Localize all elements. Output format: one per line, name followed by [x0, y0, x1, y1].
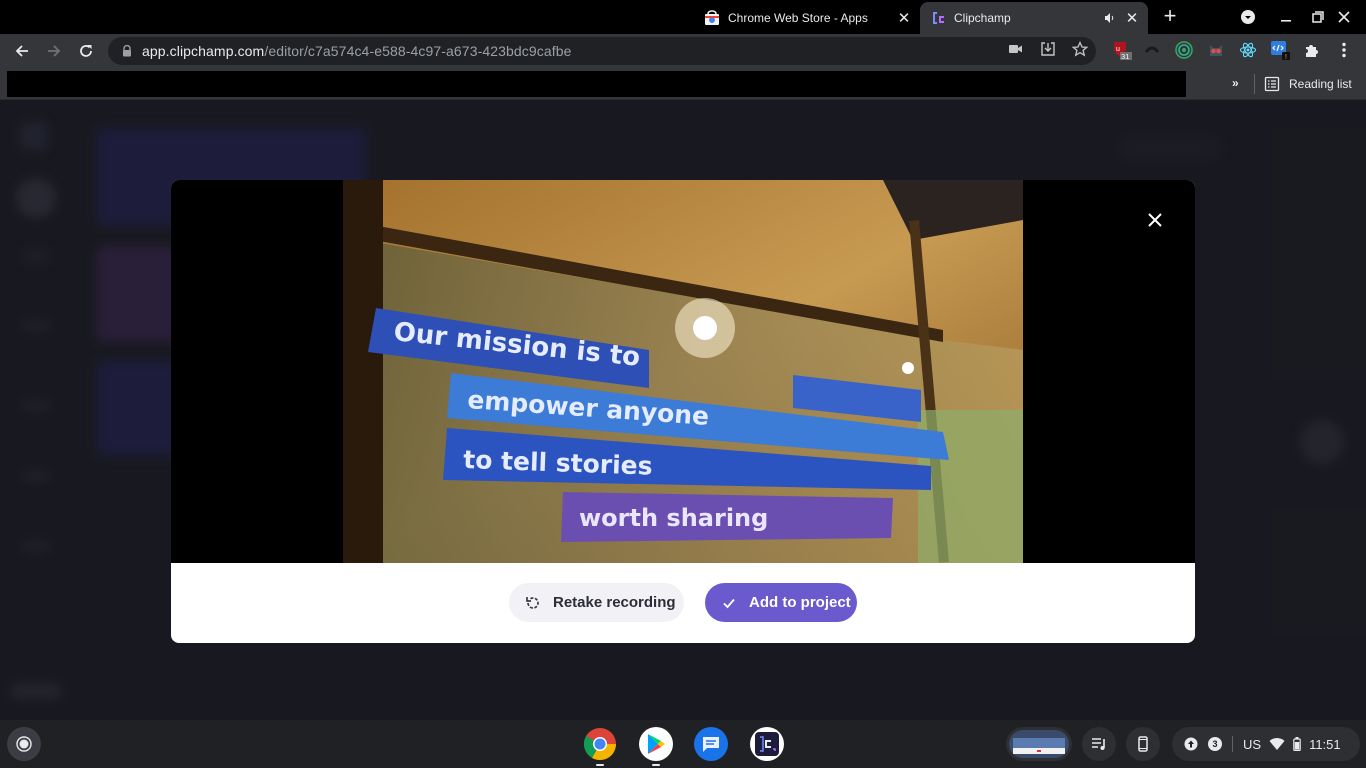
tab-close-icon[interactable]: ✕: [1122, 8, 1142, 28]
bookmarks-redacted-area: [7, 71, 1186, 97]
url-host: app.clipchamp.com: [142, 43, 265, 59]
url-text: app.clipchamp.com/editor/c7a574c4-e588-4…: [142, 43, 572, 59]
reading-list-icon: [1264, 76, 1280, 92]
clipchamp-icon: [755, 732, 779, 756]
divider: [1232, 736, 1233, 752]
url-path: /editor/c7a574c4-e588-4c97-a673-423bdc9c…: [264, 43, 572, 59]
close-icon: [1148, 213, 1162, 227]
reading-list-label: Reading list: [1289, 77, 1352, 91]
speaker-icon[interactable]: [1102, 10, 1118, 26]
reading-list-button[interactable]: Reading list: [1264, 74, 1352, 94]
tab-strip: Chrome Web Store - Apps ✕ Clipchamp ✕ +: [0, 0, 1366, 34]
add-to-project-button[interactable]: Add to project: [705, 583, 857, 622]
minimize-icon[interactable]: [1274, 6, 1298, 28]
video-preview: Our mission is to empower anyone to tell…: [171, 180, 1195, 563]
bookmark-star-icon[interactable]: [1070, 39, 1090, 59]
lock-icon: [120, 44, 134, 58]
address-bar[interactable]: app.clipchamp.com/editor/c7a574c4-e588-4…: [108, 37, 1096, 65]
battery-icon: [1293, 737, 1301, 751]
phone-hub-button[interactable]: [1126, 727, 1160, 761]
retake-recording-button[interactable]: Retake recording: [509, 583, 684, 622]
tab-title: Clipchamp: [954, 11, 1011, 25]
checkmark-icon: [721, 595, 737, 611]
ublock-origin-icon[interactable]: u 31: [1112, 40, 1132, 60]
svg-text:31: 31: [1121, 52, 1129, 60]
system-status-area[interactable]: 3 US 11:51: [1172, 727, 1360, 761]
video-caption-line-4: worth sharing: [579, 504, 768, 532]
shelf-app-chrome[interactable]: [583, 727, 617, 766]
arrow-left-icon: [15, 45, 28, 57]
reload-button[interactable]: [73, 38, 99, 64]
launcher-button[interactable]: [7, 727, 41, 761]
install-app-icon[interactable]: [1038, 39, 1058, 59]
capture-preview-icon: [1009, 730, 1069, 758]
reload-icon: [80, 45, 92, 57]
forward-button[interactable]: [41, 38, 67, 64]
clock-time: 11:51: [1309, 736, 1341, 752]
clipchamp-icon: [930, 10, 946, 26]
running-indicator: [596, 764, 604, 766]
launcher-icon: [16, 736, 32, 752]
extensions-puzzle-icon[interactable]: [1302, 40, 1322, 60]
media-controls-button[interactable]: [1082, 727, 1116, 761]
extension-dark-icon[interactable]: [1142, 40, 1162, 60]
wifi-icon: [1269, 738, 1285, 750]
bookmarks-bar: » Reading list: [0, 68, 1366, 100]
notification-count-badge: 3: [1208, 737, 1222, 751]
arrow-right-icon: [48, 45, 61, 57]
input-method-label: US: [1243, 736, 1262, 752]
retake-icon: [525, 595, 541, 611]
divider: [1254, 74, 1255, 94]
chrome-web-store-icon: [704, 10, 720, 26]
tab-search-icon[interactable]: [1236, 6, 1260, 28]
messages-icon: [703, 737, 719, 752]
new-tab-button[interactable]: +: [1158, 5, 1182, 28]
browser-toolbar: app.clipchamp.com/editor/c7a574c4-e588-4…: [0, 34, 1366, 68]
camera-in-use-icon[interactable]: [1006, 39, 1026, 59]
svg-text:!: !: [1285, 54, 1287, 60]
chrome-icon: [583, 728, 617, 761]
recorded-video-frame[interactable]: Our mission is to empower anyone to tell…: [343, 180, 1023, 563]
extension-code-icon[interactable]: !: [1270, 40, 1290, 60]
restore-icon[interactable]: [1306, 6, 1330, 28]
retake-label: Retake recording: [553, 594, 676, 611]
shelf-app-play-store[interactable]: [639, 727, 673, 766]
shelf-app-clipchamp[interactable]: [750, 727, 784, 761]
modal-actions: Retake recording Add to project: [171, 563, 1195, 643]
screen-capture-thumbnail[interactable]: [1006, 727, 1072, 761]
phone-icon: [1138, 736, 1148, 752]
close-modal-button[interactable]: [1145, 210, 1165, 230]
play-store-icon: [648, 734, 665, 754]
more-menu-icon[interactable]: [1334, 40, 1354, 60]
shelf-app-messages[interactable]: [694, 727, 728, 761]
bookmarks-overflow-button[interactable]: »: [1232, 76, 1239, 90]
upload-icon: [1184, 737, 1198, 751]
close-window-icon[interactable]: [1332, 6, 1356, 28]
running-indicator: [652, 764, 660, 766]
music-queue-icon: [1092, 738, 1105, 750]
extension-owl-icon[interactable]: [1206, 40, 1226, 60]
recording-preview-modal: Our mission is to empower anyone to tell…: [171, 180, 1195, 643]
extension-target-icon[interactable]: [1174, 40, 1194, 60]
tab-close-icon[interactable]: ✕: [894, 8, 914, 28]
svg-text:u: u: [1116, 46, 1120, 53]
tab-clipchamp[interactable]: Clipchamp ✕: [920, 2, 1148, 34]
tab-chrome-web-store[interactable]: Chrome Web Store - Apps ✕: [692, 2, 920, 34]
react-devtools-icon[interactable]: [1238, 40, 1258, 60]
os-shelf: 3 US 11:51: [0, 720, 1366, 768]
tab-title: Chrome Web Store - Apps: [728, 11, 868, 25]
back-button[interactable]: [9, 38, 35, 64]
add-to-project-label: Add to project: [749, 594, 851, 611]
